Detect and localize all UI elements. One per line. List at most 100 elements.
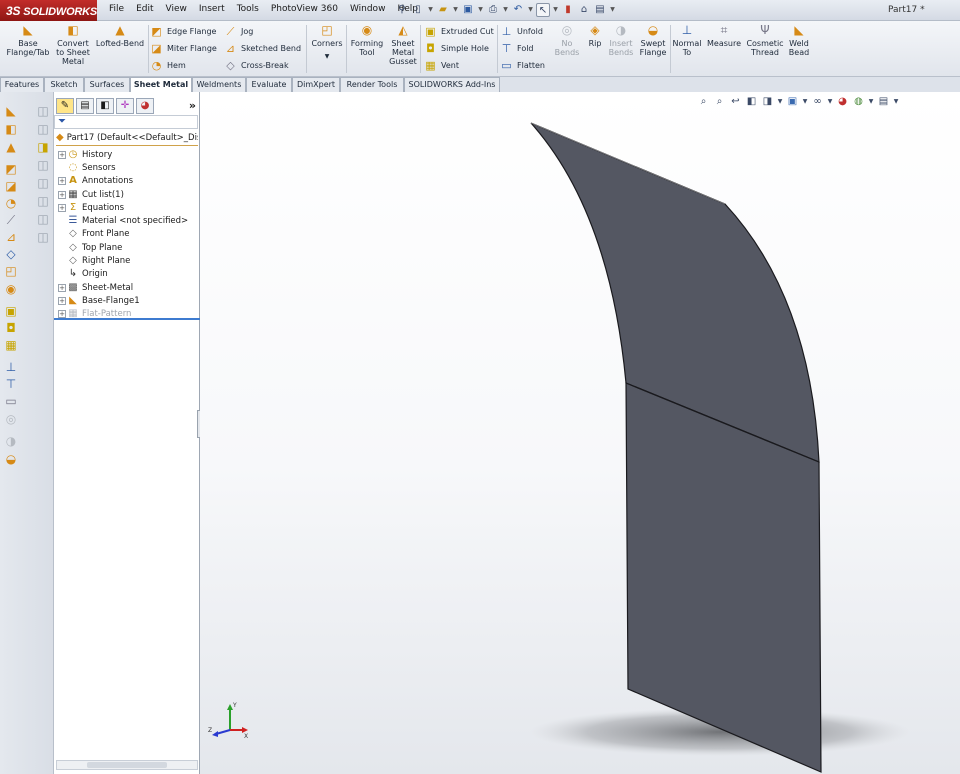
view-orientation-dropdown-icon[interactable]: ▼ — [777, 95, 783, 108]
measure-button[interactable]: ⌗ Measure — [706, 23, 742, 48]
base-flange-button[interactable]: ◣ Base Flange/Tab — [4, 23, 52, 57]
expand-icon[interactable]: + — [58, 150, 66, 159]
undo-dropdown-icon[interactable]: ▼ — [527, 3, 534, 17]
expand-icon[interactable]: + — [58, 203, 66, 212]
tree-item-annotations[interactable]: + A Annotations — [54, 175, 200, 188]
menu-tools[interactable]: Tools — [231, 4, 265, 14]
pin-icon[interactable]: ⚲ — [395, 3, 409, 17]
new-document-icon[interactable]: ▯ — [411, 3, 425, 17]
tree-item-top-plane[interactable]: ◇ Top Plane — [54, 241, 200, 254]
tab-solidworks-addins[interactable]: SOLIDWORKS Add-Ins — [404, 77, 500, 92]
section-view-icon[interactable]: ◧ — [745, 95, 758, 108]
print-icon[interactable]: ⎙ — [486, 3, 500, 17]
display-style-icon[interactable]: ▣ — [786, 95, 799, 108]
print-dropdown-icon[interactable]: ▼ — [502, 3, 509, 17]
more-tabs-icon[interactable]: » — [189, 99, 196, 112]
menu-insert[interactable]: Insert — [193, 4, 231, 14]
feature-tree-tab-icon[interactable]: ✎ — [56, 98, 74, 114]
tab-render-tools[interactable]: Render Tools — [340, 77, 404, 92]
tab-surfaces[interactable]: Surfaces — [84, 77, 130, 92]
dimxpert-tab-icon[interactable]: ✛ — [116, 98, 134, 114]
sketch-tool-icon[interactable]: ◫ — [36, 230, 50, 244]
forming-tool-icon[interactable]: ◉ — [4, 282, 18, 296]
sketched-bend-icon[interactable]: ⊿ — [4, 230, 18, 244]
hide-show-items-icon[interactable]: ∞ — [811, 95, 824, 108]
flatten-button[interactable]: ▭ Flatten — [500, 58, 545, 73]
unfold-button[interactable]: ⊥ Unfold — [500, 24, 543, 39]
edit-appearance-icon[interactable]: ◕ — [836, 95, 849, 108]
lofted-bend-button[interactable]: ▲ Lofted-Bend — [94, 23, 146, 48]
rip-button[interactable]: ◈ Rip — [583, 23, 607, 48]
tree-item-cut-list[interactable]: + ▦ Cut list(1) — [54, 188, 200, 201]
view-settings-icon[interactable]: ▤ — [877, 95, 890, 108]
tree-item-history[interactable]: + ◷ History — [54, 148, 200, 161]
options-dropdown-icon[interactable]: ▼ — [609, 3, 616, 17]
cross-break-button[interactable]: ◇ Cross-Break — [224, 58, 288, 73]
extruded-cut-button[interactable]: ▣ Extruded Cut — [424, 24, 493, 39]
sketch-tool-icon[interactable]: ◫ — [36, 122, 50, 136]
simple-hole-icon[interactable]: ◘ — [4, 321, 18, 335]
new-dropdown-icon[interactable]: ▼ — [427, 3, 434, 17]
insert-bends-icon[interactable]: ◑ — [4, 434, 18, 448]
convert-icon[interactable]: ◧ — [4, 122, 18, 136]
menu-window[interactable]: Window — [344, 4, 392, 14]
fold-icon[interactable]: ⊤ — [4, 377, 18, 391]
select-icon[interactable]: ↖ — [536, 3, 550, 17]
swept-flange-icon[interactable]: ◒ — [4, 452, 18, 466]
lofted-bend-icon[interactable]: ▲ — [4, 140, 18, 154]
tab-sheet-metal[interactable]: Sheet Metal — [130, 77, 192, 93]
zoom-to-area-icon[interactable]: ⌕ — [713, 95, 726, 108]
tab-features[interactable]: Features — [0, 77, 44, 92]
tab-evaluate[interactable]: Evaluate — [246, 77, 292, 92]
sketch-tool-icon[interactable]: ◨ — [36, 140, 50, 154]
sketched-bend-button[interactable]: ⊿ Sketched Bend — [224, 41, 301, 56]
sketch-tool-icon[interactable]: ◫ — [36, 194, 50, 208]
expand-icon[interactable]: + — [58, 310, 66, 319]
corners-dropdown-icon[interactable]: ▼ — [325, 53, 330, 60]
select-dropdown-icon[interactable]: ▼ — [552, 3, 559, 17]
base-flange-icon[interactable]: ◣ — [4, 104, 18, 118]
tree-horizontal-scrollbar[interactable] — [56, 760, 198, 770]
unfold-icon[interactable]: ⊥ — [4, 360, 18, 374]
tree-item-equations[interactable]: + Σ Equations — [54, 201, 200, 214]
options-icon[interactable]: ▤ — [593, 3, 607, 17]
sketch-tool-icon[interactable]: ◫ — [36, 212, 50, 226]
save-icon[interactable]: ▣ — [461, 3, 475, 17]
sheet-metal-gusset-button[interactable]: ◭ Sheet Metal Gusset — [387, 23, 419, 66]
undo-icon[interactable]: ↶ — [511, 3, 525, 17]
expand-icon[interactable]: + — [58, 177, 66, 186]
hide-show-dropdown-icon[interactable]: ▼ — [827, 95, 833, 108]
tree-item-right-plane[interactable]: ◇ Right Plane — [54, 254, 200, 267]
flatten-icon[interactable]: ▭ — [4, 394, 18, 408]
configuration-tab-icon[interactable]: ◧ — [96, 98, 114, 114]
solidworks-logo[interactable]: 3S SOLIDWORKS — [0, 0, 97, 21]
property-manager-tab-icon[interactable]: ▤ — [76, 98, 94, 114]
zoom-to-fit-icon[interactable]: ⌕ — [697, 95, 710, 108]
tree-item-origin[interactable]: ↳ Origin — [54, 268, 200, 281]
miter-flange-button[interactable]: ◪ Miter Flange — [150, 41, 217, 56]
edge-flange-icon[interactable]: ◩ — [4, 162, 18, 176]
previous-view-icon[interactable]: ↩ — [729, 95, 742, 108]
corners-button[interactable]: ◰ Corners ▼ — [310, 23, 344, 66]
display-style-dropdown-icon[interactable]: ▼ — [802, 95, 808, 108]
jog-button[interactable]: ⟋ Jog — [224, 24, 254, 39]
sketch-tool-icon[interactable]: ◫ — [36, 158, 50, 172]
tree-rollback-bar[interactable] — [54, 318, 200, 320]
expand-icon[interactable]: + — [58, 283, 66, 292]
no-bends-icon[interactable]: ◎ — [4, 412, 18, 426]
expand-icon[interactable]: + — [58, 296, 66, 305]
display-manager-tab-icon[interactable]: ◕ — [136, 98, 154, 114]
insert-bends-button[interactable]: ◑ Insert Bends — [607, 23, 635, 57]
menu-photoview[interactable]: PhotoView 360 — [265, 4, 344, 14]
tree-item-material[interactable]: ☰ Material <not specified> — [54, 214, 200, 227]
menu-view[interactable]: View — [160, 4, 193, 14]
normal-to-button[interactable]: ⊥ Normal To — [671, 23, 703, 57]
save-dropdown-icon[interactable]: ▼ — [477, 3, 484, 17]
tree-item-front-plane[interactable]: ◇ Front Plane — [54, 228, 200, 241]
sketch-tool-icon[interactable]: ◫ — [36, 176, 50, 190]
apply-scene-icon[interactable]: ◍ — [852, 95, 865, 108]
vent-icon[interactable]: ▦ — [4, 338, 18, 352]
edge-flange-button[interactable]: ◩ Edge Flange — [150, 24, 216, 39]
swept-flange-button[interactable]: ◒ Swept Flange — [637, 23, 669, 57]
graphics-area[interactable]: ⌕ ⌕ ↩ ◧ ◨ ▼ ▣ ▼ ∞ ▼ ◕ ◍ ▼ ▤ ▼ Y X Z — [200, 92, 960, 774]
